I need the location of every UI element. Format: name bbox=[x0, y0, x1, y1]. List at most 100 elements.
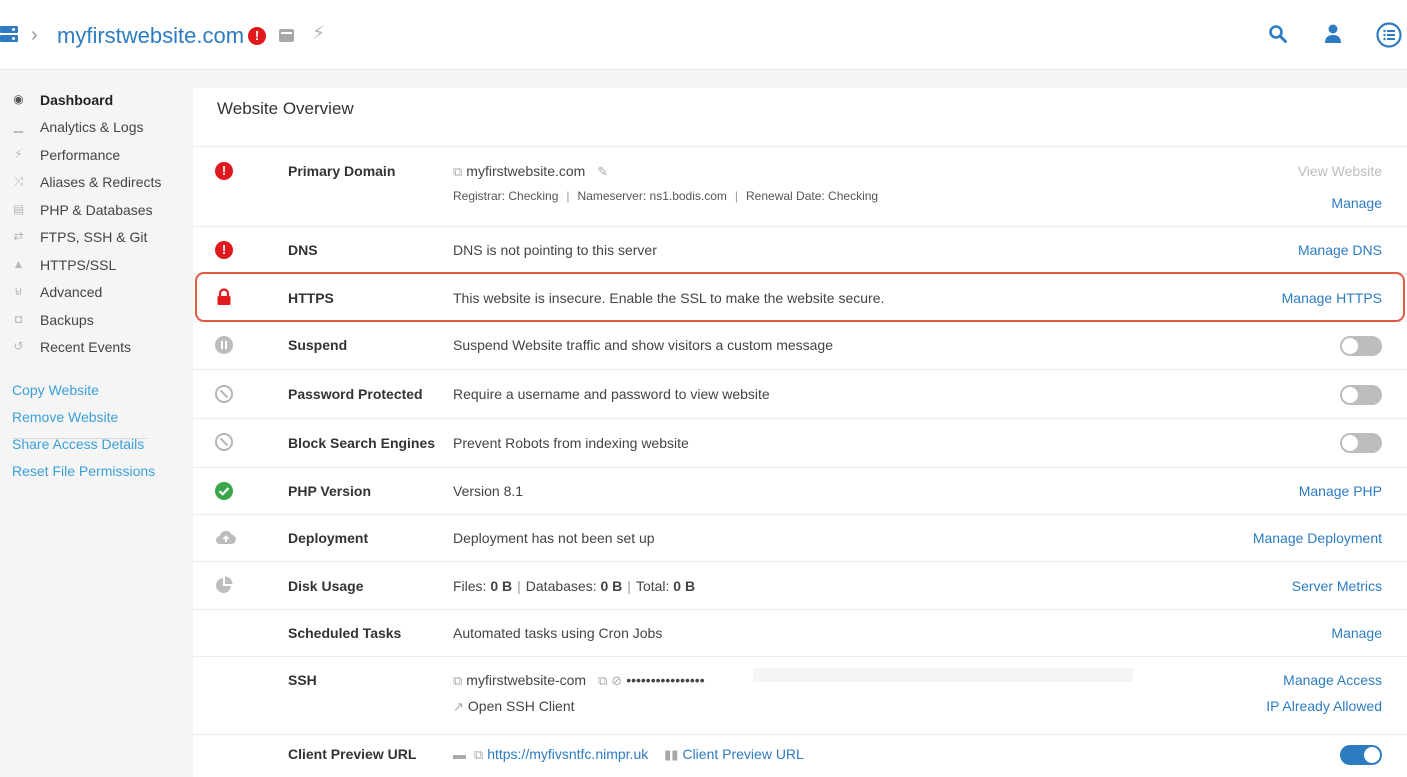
copy-website-link[interactable]: Copy Website bbox=[12, 380, 99, 400]
sidebar-item-recent-events[interactable]: ↺ Recent Events bbox=[12, 337, 182, 357]
bolt-icon[interactable]: ⚡ bbox=[312, 22, 325, 46]
total-size: 0 B bbox=[673, 578, 696, 594]
bolt-icon: ⚡ bbox=[14, 147, 23, 161]
row-label: PHP Version bbox=[288, 483, 372, 499]
sidebar-item-label: FTPS, SSH & Git bbox=[40, 229, 148, 245]
page-title: Website Overview bbox=[217, 99, 354, 118]
ssh-password: •••••••••••••••• bbox=[626, 672, 705, 688]
book-icon: ▮▮ bbox=[664, 747, 679, 763]
server-icon[interactable] bbox=[0, 26, 18, 42]
sidebar-item-label: Performance bbox=[40, 147, 121, 163]
row-description: Prevent Robots from indexing website bbox=[453, 435, 689, 451]
password-protected-row: Password Protected Require a username an… bbox=[193, 369, 1407, 418]
manage-scheduled-tasks-link[interactable]: Manage bbox=[1331, 623, 1382, 643]
files-size: 0 B bbox=[490, 578, 513, 594]
sidebar-item-dashboard[interactable]: ◉ Dashboard bbox=[12, 90, 182, 110]
sidebar-item-analytics[interactable]: ▁ Analytics & Logs bbox=[12, 117, 182, 137]
row-label: Deployment bbox=[288, 530, 369, 546]
ssh-row: SSH ⧉ myfirstwebsite-com ⧉ ⊘ ••••••••••••••… bbox=[193, 656, 1407, 734]
search-icon[interactable] bbox=[1268, 24, 1288, 44]
external-link-icon: ↗ bbox=[453, 699, 464, 715]
row-label: Suspend bbox=[288, 337, 348, 353]
manage-domain-link[interactable]: Manage bbox=[1331, 193, 1382, 213]
manage-deployment-link[interactable]: Manage Deployment bbox=[1253, 528, 1382, 548]
site-title[interactable]: myfirstwebsite.com bbox=[57, 22, 244, 50]
remove-website-link[interactable]: Remove Website bbox=[12, 407, 118, 427]
top-bar: › myfirstwebsite.com ! ⚡ bbox=[0, 0, 1407, 70]
disk-usage-values: Files: 0 B | Databases: 0 B | Total: 0 B bbox=[453, 578, 696, 594]
advanced-icon: ⊌ bbox=[14, 284, 23, 298]
sidebar-item-backups[interactable]: ◘ Backups bbox=[12, 310, 182, 330]
sidebar-item-advanced[interactable]: ⊌ Advanced bbox=[12, 282, 182, 302]
row-label: Client Preview URL bbox=[288, 746, 417, 762]
sidebar-item-performance[interactable]: ⚡ Performance bbox=[12, 145, 182, 165]
sidebar-item-label: HTTPS/SSL bbox=[40, 257, 117, 273]
row-description: Require a username and password to view … bbox=[453, 386, 770, 402]
password-field-background bbox=[753, 668, 1133, 682]
primary-domain-row: ! Primary Domain ⧉ myfirstwebsite.com ✎ R… bbox=[193, 146, 1407, 226]
block-icon bbox=[215, 385, 233, 403]
edit-icon[interactable]: ✎ bbox=[597, 162, 608, 182]
copy-icon[interactable]: ⧉ bbox=[453, 671, 462, 691]
nameserver-value: Nameserver: ns1.bodis.com bbox=[577, 189, 727, 203]
ssh-username: myfirstwebsite-com bbox=[466, 672, 587, 688]
card-icon[interactable] bbox=[279, 29, 294, 42]
server-metrics-link[interactable]: Server Metrics bbox=[1292, 576, 1382, 596]
share-access-details-link[interactable]: Share Access Details bbox=[12, 434, 144, 454]
registrar-status: Registrar: Checking bbox=[453, 189, 559, 203]
copy-icon[interactable]: ⧉ bbox=[474, 745, 483, 765]
alert-icon[interactable]: ! bbox=[248, 27, 266, 45]
sidebar-item-aliases[interactable]: ⤨ Aliases & Redirects bbox=[12, 172, 182, 192]
database-icon: ▤ bbox=[12, 202, 25, 216]
error-icon: ! bbox=[215, 241, 233, 259]
preview-url-link[interactable]: https://myfivsntfc.nimpr.uk bbox=[487, 746, 648, 762]
row-label: DNS bbox=[288, 242, 318, 258]
view-website-link[interactable]: View Website bbox=[1298, 161, 1382, 181]
row-label: Primary Domain bbox=[288, 163, 396, 179]
client-preview-link[interactable]: Client Preview URL bbox=[682, 746, 803, 762]
sidebar-item-label: Dashboard bbox=[40, 92, 114, 108]
shuffle-icon: ⤨ bbox=[13, 174, 24, 188]
sidebar-item-php-databases[interactable]: ▤ PHP & Databases bbox=[12, 200, 182, 220]
reset-file-permissions-link[interactable]: Reset File Permissions bbox=[12, 461, 155, 481]
dashboard-icon: ◉ bbox=[13, 92, 24, 106]
manage-dns-link[interactable]: Manage DNS bbox=[1298, 240, 1382, 260]
check-icon bbox=[215, 482, 233, 500]
row-label: Block Search Engines bbox=[288, 435, 436, 451]
row-description: Suspend Website traffic and show visitor… bbox=[453, 337, 833, 353]
databases-size: 0 B bbox=[600, 578, 623, 594]
open-ssh-client-link[interactable]: ↗ Open SSH Client bbox=[453, 696, 575, 717]
cloud-upload-icon bbox=[216, 530, 236, 544]
block-search-engines-toggle[interactable] bbox=[1340, 433, 1382, 453]
domain-details: Registrar: Checking | Nameserver: ns1.bodi… bbox=[453, 189, 879, 203]
password-protected-toggle[interactable] bbox=[1340, 385, 1382, 405]
php-version-row: PHP Version Version 8.1 Manage PHP bbox=[193, 467, 1407, 514]
website-overview-panel: Website Overview ! Primary Domain ⧉ myfir… bbox=[193, 88, 1407, 777]
manage-php-link[interactable]: Manage PHP bbox=[1299, 481, 1382, 501]
client-preview-toggle[interactable] bbox=[1340, 745, 1382, 765]
transfer-icon: ⇄ bbox=[13, 229, 24, 243]
renewal-date: Renewal Date: Checking bbox=[746, 189, 879, 203]
ip-allowed-link[interactable]: IP Already Allowed bbox=[1266, 696, 1382, 716]
chart-icon: ▁ bbox=[13, 119, 24, 133]
user-icon[interactable] bbox=[1324, 24, 1342, 44]
copy-icon[interactable]: ⧉ bbox=[453, 162, 462, 182]
list-menu-icon[interactable] bbox=[1376, 22, 1402, 48]
manage-access-link[interactable]: Manage Access bbox=[1283, 670, 1382, 690]
row-description: Deployment has not been set up bbox=[453, 530, 655, 546]
copy-icon[interactable]: ⧉ bbox=[598, 671, 607, 691]
eye-slash-icon[interactable]: ⊘ bbox=[611, 671, 622, 691]
sidebar-item-ftps-ssh-git[interactable]: ⇄ FTPS, SSH & Git bbox=[12, 227, 182, 247]
scheduled-tasks-row: Scheduled Tasks Automated tasks using Cr… bbox=[193, 609, 1407, 656]
domain-value: ⧉ myfirstwebsite.com ✎ bbox=[453, 161, 612, 182]
suspend-toggle[interactable] bbox=[1340, 336, 1382, 356]
card-icon: ▬ bbox=[453, 747, 466, 763]
dns-row: ! DNS DNS is not pointing to this server… bbox=[193, 226, 1407, 273]
pie-chart-icon bbox=[216, 576, 233, 593]
row-description: DNS is not pointing to this server bbox=[453, 242, 657, 258]
block-search-engines-row: Block Search Engines Prevent Robots from… bbox=[193, 418, 1407, 467]
ssh-credentials: ⧉ myfirstwebsite-com ⧉ ⊘ •••••••••••••••• bbox=[453, 670, 705, 691]
history-icon: ↺ bbox=[13, 339, 24, 353]
pause-icon bbox=[215, 336, 233, 354]
sidebar-item-https-ssl[interactable]: ▲ HTTPS/SSL bbox=[12, 255, 182, 275]
